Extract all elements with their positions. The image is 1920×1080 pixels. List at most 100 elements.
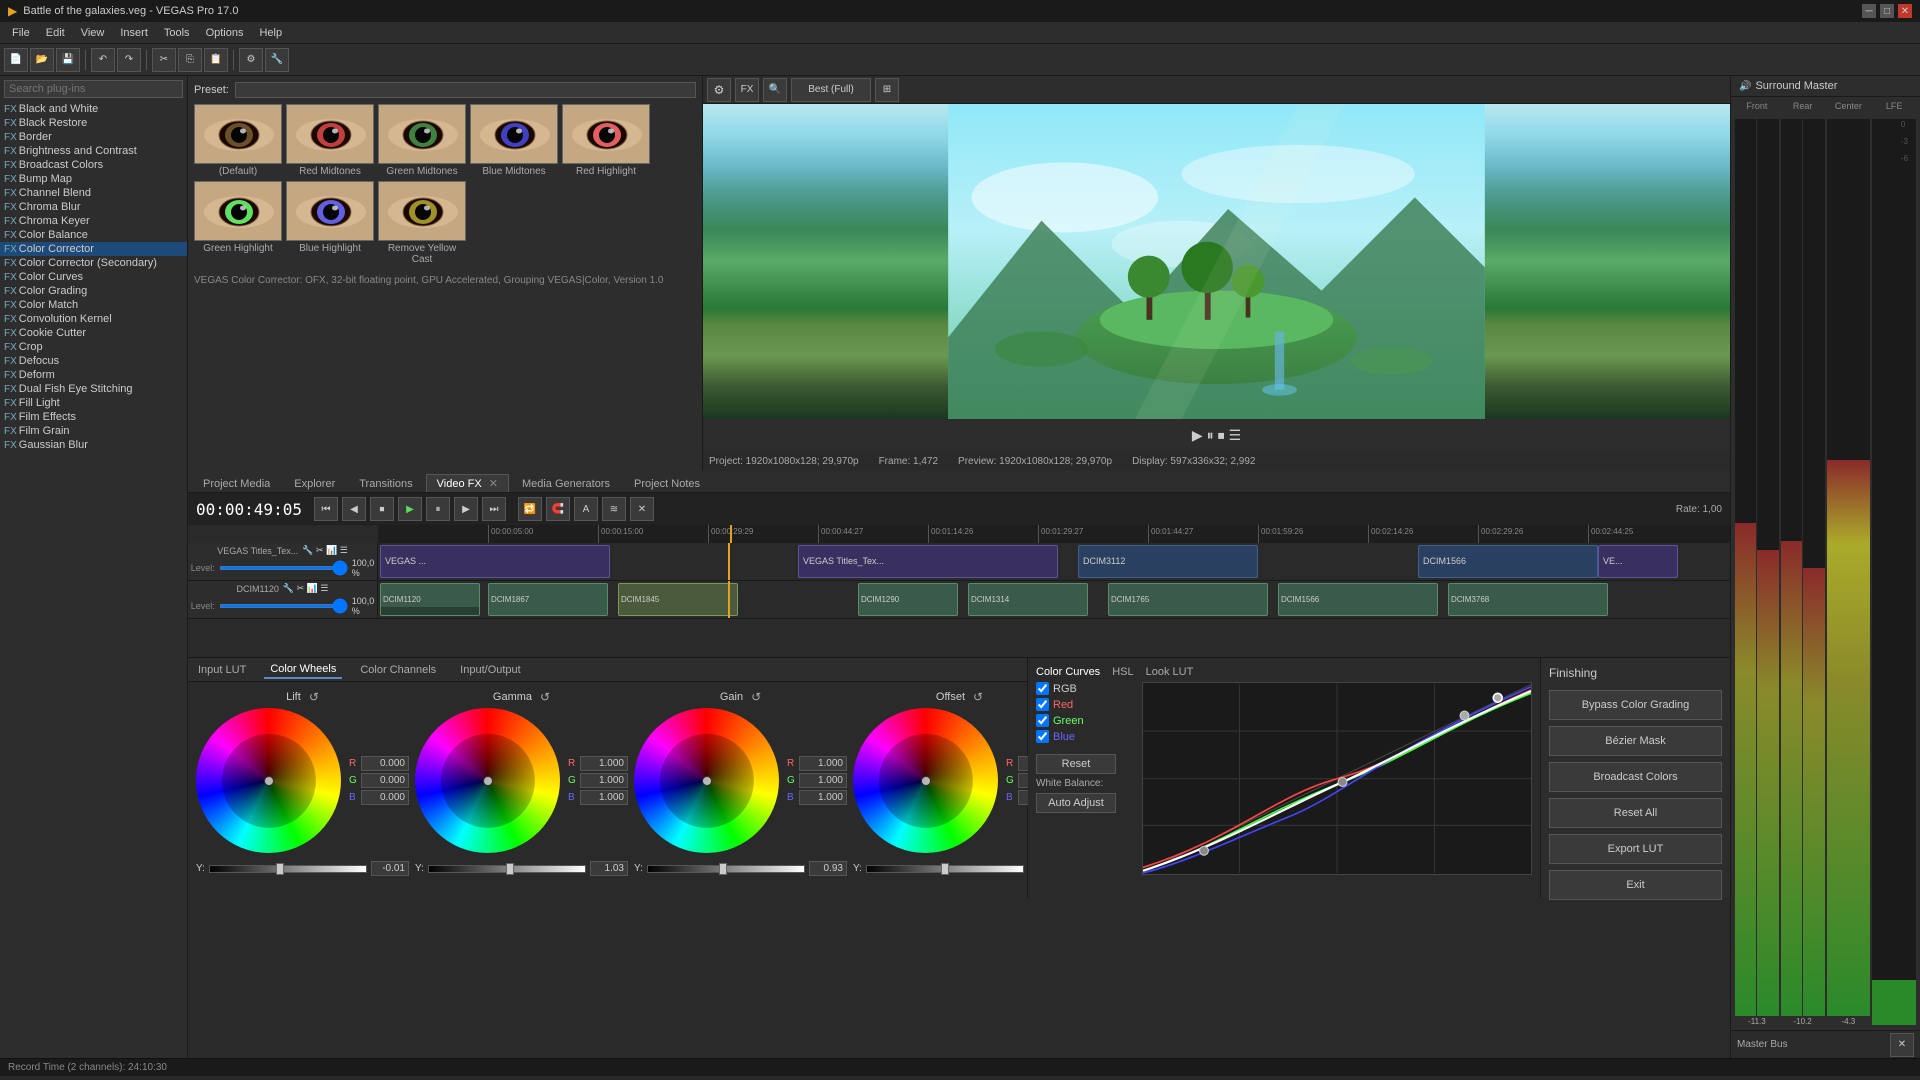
tab-input-output[interactable]: Input/Output — [454, 662, 527, 678]
fx-item-defocus[interactable]: FXDefocus — [0, 354, 187, 368]
fx-item-channel-blend[interactable]: FXChannel Blend — [0, 186, 187, 200]
menu-help[interactable]: Help — [251, 25, 290, 41]
new-button[interactable]: 📄 — [4, 48, 28, 72]
preset-green-midtones[interactable]: Green Midtones — [378, 104, 466, 177]
track-clip[interactable]: VE... — [1598, 545, 1678, 578]
menu-button[interactable]: ☰ — [1229, 427, 1242, 444]
tab-project-notes[interactable]: Project Notes — [623, 475, 711, 492]
tl-loop[interactable]: 🔁 — [518, 497, 542, 521]
tl-cross[interactable]: ✕ — [630, 497, 654, 521]
tab-explorer[interactable]: Explorer — [283, 475, 346, 492]
preset-remove-yellow-cast[interactable]: Remove Yellow Cast — [378, 181, 466, 265]
offset-wheel[interactable] — [853, 708, 998, 853]
gain-y-slider[interactable] — [647, 865, 805, 873]
preview-quality-button[interactable]: Best (Full) — [791, 78, 871, 102]
paste-button[interactable]: 📋 — [204, 48, 228, 72]
tl-ffwd[interactable]: ⏭ — [482, 497, 506, 521]
tab-close[interactable]: ✕ — [489, 478, 498, 490]
track-clip[interactable]: DCIM1566 — [1418, 545, 1598, 578]
settings-button[interactable]: 🔧 — [265, 48, 289, 72]
menu-view[interactable]: View — [73, 25, 113, 41]
lift-g-input[interactable] — [361, 773, 409, 788]
gamma-reset[interactable]: ↺ — [540, 690, 550, 704]
tab-input-lut[interactable]: Input LUT — [192, 662, 252, 678]
fx-item-color-balance[interactable]: FXColor Balance — [0, 228, 187, 242]
cut-button[interactable]: ✂ — [152, 48, 176, 72]
minimize-button[interactable]: ─ — [1862, 4, 1876, 18]
tl-play[interactable]: ▶ — [398, 497, 422, 521]
search-input[interactable] — [4, 80, 183, 98]
broadcast-colors-button[interactable]: Broadcast Colors — [1549, 762, 1722, 792]
check-blue[interactable]: Blue — [1036, 730, 1126, 743]
maximize-button[interactable]: □ — [1880, 4, 1894, 18]
gamma-r-input[interactable] — [580, 756, 628, 771]
cb-blue[interactable] — [1036, 730, 1049, 743]
reset-button[interactable]: Reset — [1036, 754, 1116, 774]
preset-blue-highlight[interactable]: Blue Highlight — [286, 181, 374, 265]
gain-handle[interactable] — [702, 776, 712, 786]
tl-rewind[interactable]: ⏮ — [314, 497, 338, 521]
title-bar-controls[interactable]: ─ □ ✕ — [1862, 4, 1912, 18]
offset-y-slider[interactable] — [866, 865, 1024, 873]
fx-item-color-match[interactable]: FXColor Match — [0, 298, 187, 312]
fx-item-deform[interactable]: FXDeform — [0, 368, 187, 382]
pause-button[interactable]: ⏸ — [1207, 427, 1214, 444]
preset-input[interactable] — [235, 82, 696, 98]
tl-ripple[interactable]: ≋ — [602, 497, 626, 521]
tab-look-lut[interactable]: Look LUT — [1146, 666, 1194, 678]
tl-fwd[interactable]: ▶ — [454, 497, 478, 521]
fx-item-film-grain[interactable]: FXFilm Grain — [0, 424, 187, 438]
gamma-b-input[interactable] — [580, 790, 628, 805]
fx-item-color-curves[interactable]: FXColor Curves — [0, 270, 187, 284]
tab-color-channels[interactable]: Color Channels — [354, 662, 442, 678]
cb-green[interactable] — [1036, 714, 1049, 727]
fx-item-color-corrector-secondary[interactable]: FXColor Corrector (Secondary) — [0, 256, 187, 270]
tab-video-fx[interactable]: Video FX ✕ — [426, 474, 509, 492]
fx-item-color-grading[interactable]: FXColor Grading — [0, 284, 187, 298]
lift-y-thumb[interactable] — [276, 863, 284, 875]
cb-red[interactable] — [1036, 698, 1049, 711]
lift-b-input[interactable] — [361, 790, 409, 805]
track-clip[interactable]: DCIM1845 — [618, 583, 738, 616]
track-clip[interactable]: DCIM3112 — [1078, 545, 1258, 578]
fx-item-black-restore[interactable]: FXBlack Restore — [0, 116, 187, 130]
menu-options[interactable]: Options — [198, 25, 252, 41]
tl-back[interactable]: ◀ — [342, 497, 366, 521]
tab-color-curves[interactable]: Color Curves — [1036, 666, 1100, 678]
lift-y-value[interactable] — [371, 861, 409, 876]
tab-project-media[interactable]: Project Media — [192, 475, 281, 492]
track-clip[interactable]: DCIM1867 — [488, 583, 608, 616]
lift-wheel[interactable] — [196, 708, 341, 853]
track-content-1[interactable]: VEGAS ... VEGAS Titles_Tex... DCIM3112 D… — [378, 543, 1730, 580]
track-clip[interactable]: DCIM1314 — [968, 583, 1088, 616]
menu-file[interactable]: File — [4, 25, 38, 41]
fx-item-bump-map[interactable]: FXBump Map — [0, 172, 187, 186]
fx-item-broadcast-colors[interactable]: FXBroadcast Colors — [0, 158, 187, 172]
lift-y-slider[interactable] — [209, 865, 367, 873]
preview-settings-button[interactable]: ⚙ — [707, 78, 731, 102]
tab-hsl[interactable]: HSL — [1112, 666, 1133, 678]
menu-edit[interactable]: Edit — [38, 25, 73, 41]
fx-item-dual-fish-eye-stitching[interactable]: FXDual Fish Eye Stitching — [0, 382, 187, 396]
fx-item-black-and-white[interactable]: FXBlack and White — [0, 102, 187, 116]
play-button[interactable]: ▶ — [1192, 427, 1203, 444]
lift-handle[interactable] — [264, 776, 274, 786]
fx-item-crop[interactable]: FXCrop — [0, 340, 187, 354]
gain-b-input[interactable] — [799, 790, 847, 805]
tl-pause[interactable]: ⏸ — [426, 497, 450, 521]
preset-red-midtones[interactable]: Red Midtones — [286, 104, 374, 177]
fx-item-gaussian-blur[interactable]: FXGaussian Blur — [0, 438, 187, 452]
redo-button[interactable]: ↷ — [117, 48, 141, 72]
preview-grid-button[interactable]: ⊞ — [875, 78, 899, 102]
track-clip[interactable]: VEGAS Titles_Tex... — [798, 545, 1058, 578]
track-clip[interactable]: VEGAS ... — [380, 545, 610, 578]
menu-tools[interactable]: Tools — [156, 25, 198, 41]
offset-reset[interactable]: ↺ — [973, 690, 983, 704]
fx-item-convolution-kernel[interactable]: FXConvolution Kernel — [0, 312, 187, 326]
bezier-mask-button[interactable]: Bézier Mask — [1549, 726, 1722, 756]
level-slider-1[interactable] — [219, 566, 348, 570]
check-rgb[interactable]: RGB — [1036, 682, 1126, 695]
gamma-g-input[interactable] — [580, 773, 628, 788]
fx-item-fill-light[interactable]: FXFill Light — [0, 396, 187, 410]
gamma-handle[interactable] — [483, 776, 493, 786]
